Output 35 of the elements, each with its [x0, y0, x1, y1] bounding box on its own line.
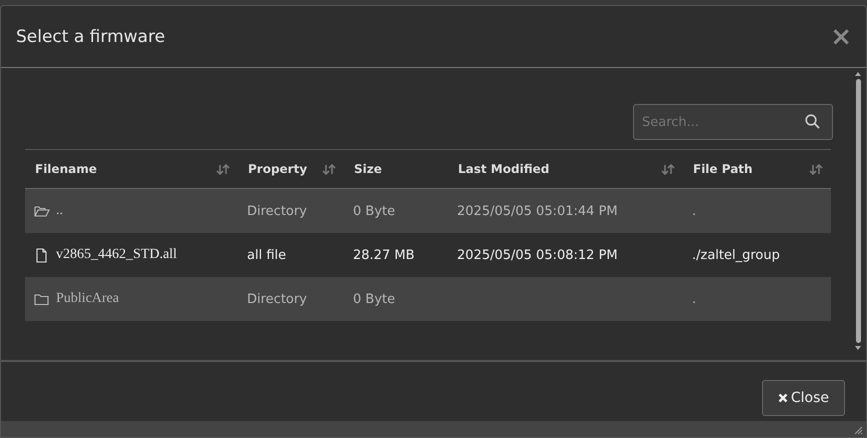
search-icon: [805, 114, 820, 129]
sort-icon[interactable]: [661, 164, 675, 174]
table-cell: 2025/05/05 05:01:44 PM: [457, 204, 618, 218]
table-cell: 28.27 MB: [353, 248, 414, 262]
file-name: ..: [56, 203, 63, 219]
sort-icon[interactable]: [809, 164, 823, 174]
table-cell: 0 Byte: [353, 204, 396, 218]
table-cell: 2025/05/05 05:08:12 PM: [457, 248, 618, 262]
table-cell: 0 Byte: [353, 292, 396, 306]
table-cell: .: [692, 204, 696, 218]
column-header[interactable]: Size: [344, 162, 448, 176]
search-field[interactable]: Search...: [633, 104, 833, 140]
table-cell: Directory: [247, 204, 307, 218]
close-icon: [778, 392, 788, 402]
file-name: v2865_4462_STD.all: [56, 247, 177, 263]
table-row[interactable]: .. Directory 0 Byte 2025/05/05 05:01:44 PM .: [25, 189, 831, 233]
table-cell: ./zaltel_group: [692, 248, 780, 262]
folder-icon: [34, 292, 50, 306]
column-header[interactable]: Filename: [25, 162, 238, 176]
dialog-title: Select a firmware: [16, 26, 166, 46]
close-button[interactable]: ×: [828, 24, 854, 50]
column-header[interactable]: Last Modified: [448, 162, 683, 176]
sort-icon[interactable]: [216, 164, 230, 174]
file-name: PublicArea: [56, 291, 119, 307]
close-button[interactable]: Close: [762, 380, 845, 416]
table-cell: all file: [247, 248, 286, 262]
scrollbar[interactable]: [853, 72, 863, 350]
table-row[interactable]: PublicArea Directory 0 Byte .: [25, 277, 831, 321]
resize-grip-icon[interactable]: [854, 426, 863, 435]
open-folder-icon: [34, 204, 50, 218]
table-cell: .: [692, 292, 696, 306]
sort-icon[interactable]: [322, 164, 336, 174]
column-header[interactable]: File Path: [683, 162, 831, 176]
column-header[interactable]: Property: [238, 162, 344, 176]
table-cell: Directory: [247, 292, 307, 306]
